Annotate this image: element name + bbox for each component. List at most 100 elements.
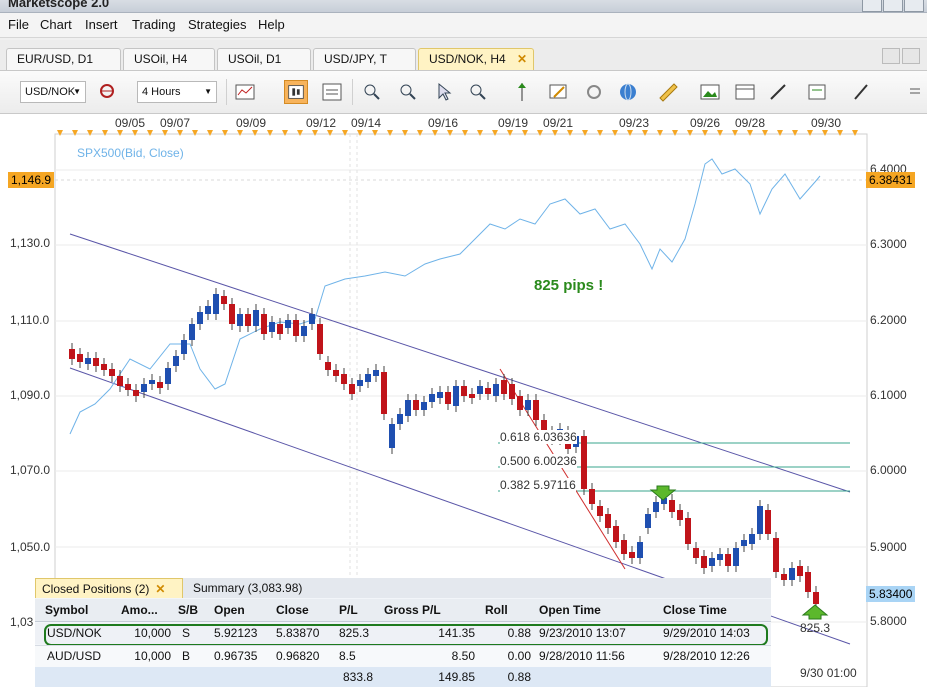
- x-end-time-label: 9/30 01:00: [800, 666, 857, 680]
- tab-usdjpy-t[interactable]: USD/JPY, T: [313, 48, 416, 70]
- col-header[interactable]: Amo...: [121, 603, 158, 617]
- zoom-area-icon[interactable]: [466, 80, 490, 104]
- menu-file[interactable]: File: [8, 17, 29, 32]
- minimize-button[interactable]: [862, 0, 882, 12]
- x-tick-label: 09/28: [735, 116, 766, 130]
- picture-icon[interactable]: [698, 80, 722, 104]
- candle-body: [733, 548, 739, 566]
- x-tick-label: 09/26: [690, 116, 721, 130]
- overlay-series-label: SPX500(Bid, Close): [77, 146, 184, 160]
- timeframe-select[interactable]: 4 Hours ▼: [137, 81, 217, 103]
- drawing-tools-icon[interactable]: [850, 80, 874, 104]
- x-tick-label: 09/12: [306, 116, 337, 130]
- col-header[interactable]: Close Time: [663, 603, 727, 617]
- candles-view-button[interactable]: [284, 80, 308, 104]
- zoom-out-icon[interactable]: [396, 80, 420, 104]
- candle-body: [709, 558, 715, 566]
- candle-body: [245, 314, 251, 326]
- candle-body: [165, 368, 171, 384]
- candle-body: [117, 376, 123, 386]
- menu-strategies[interactable]: Strategies: [188, 17, 247, 32]
- cell-open-time: 9/28/2010 11:56: [539, 649, 625, 663]
- left-axis-tick: 1,050.0: [10, 540, 51, 554]
- left-axis-tick: 1,130.0: [10, 236, 51, 250]
- edit-chart-icon[interactable]: [546, 80, 570, 104]
- chart-type-icon[interactable]: [233, 80, 257, 104]
- tab-closed-positions[interactable]: Closed Positions (2) ✕: [35, 578, 183, 598]
- col-header[interactable]: Open Time: [539, 603, 601, 617]
- candle-body: [157, 382, 163, 388]
- col-header[interactable]: Gross P/L: [384, 603, 441, 617]
- col-header[interactable]: S/B: [178, 603, 198, 617]
- menu-bar: File Chart Insert Trading Strategies Hel…: [0, 13, 927, 38]
- tab-eurusd-d1[interactable]: EUR/USD, D1: [6, 48, 121, 70]
- chart-toolbar: USD/NOK ▼ 4 Hours ▼: [0, 71, 927, 114]
- candle-body: [749, 534, 755, 544]
- col-header[interactable]: Roll: [485, 603, 508, 617]
- candle-body: [589, 489, 595, 504]
- tab-usoil-h4[interactable]: USOil, H4: [123, 48, 215, 70]
- left-axis-tick: 1,03: [10, 615, 34, 629]
- menu-insert[interactable]: Insert: [85, 17, 118, 32]
- properties-icon[interactable]: [805, 80, 829, 104]
- maximize-button[interactable]: [883, 0, 903, 12]
- col-header[interactable]: Symbol: [45, 603, 88, 617]
- chart-window-icon[interactable]: [733, 80, 757, 104]
- globe-icon[interactable]: [616, 80, 640, 104]
- col-header[interactable]: Close: [276, 603, 309, 617]
- close-tab-icon[interactable]: ✕: [155, 582, 165, 596]
- candle-body: [269, 322, 275, 332]
- candle-body: [389, 424, 395, 448]
- candle-body: [373, 370, 379, 376]
- candle-body: [701, 556, 707, 568]
- candle-body: [149, 380, 155, 384]
- close-tab-icon[interactable]: ✕: [517, 49, 527, 70]
- table-row[interactable]: AUD/USD 10,000 B 0.96735 0.96820 8.5 8.5…: [35, 645, 771, 667]
- zoom-in-icon[interactable]: [360, 80, 384, 104]
- totals-row: 833.8 149.85 0.88: [35, 667, 771, 687]
- pointer-icon[interactable]: [432, 80, 456, 104]
- tab-usoil-d1[interactable]: USOil, D1: [217, 48, 311, 70]
- tab-label: USOil, H4: [134, 52, 188, 66]
- candle-body: [213, 294, 219, 314]
- total-roll: 0.88: [507, 670, 531, 684]
- ruler-icon[interactable]: [656, 80, 680, 104]
- col-header[interactable]: Open: [214, 603, 245, 617]
- candle-body: [93, 358, 99, 366]
- candle-body: [629, 552, 635, 558]
- candle-body: [133, 390, 139, 396]
- toolbar-divider: [226, 79, 227, 105]
- menu-chart[interactable]: Chart: [40, 17, 72, 32]
- right-current-price-badge: 6.38431: [866, 172, 916, 188]
- shift-chart-icon[interactable]: [510, 80, 534, 104]
- symbol-value: USD/NOK: [25, 86, 76, 98]
- tab-usdnok-h4[interactable]: USD/NOK, H4 ✕: [418, 48, 534, 70]
- menu-trading[interactable]: Trading: [132, 17, 176, 32]
- more-icon[interactable]: [902, 80, 926, 104]
- pencil-tools-icon[interactable]: [766, 80, 790, 104]
- tab-summary[interactable]: Summary (3,083.98): [187, 578, 308, 598]
- candle-body: [125, 384, 131, 390]
- candle-body: [325, 362, 331, 370]
- trade-pl-label: 825.3: [800, 621, 831, 635]
- fib-level-label: 0.382 5.97116: [500, 478, 576, 492]
- data-window-icon[interactable]: [320, 80, 344, 104]
- crosshair-icon[interactable]: [96, 80, 120, 104]
- x-tick-label: 09/07: [160, 116, 191, 130]
- tab-label: EUR/USD, D1: [17, 52, 94, 66]
- highlighted-row-outline: [44, 624, 768, 646]
- symbol-select[interactable]: USD/NOK ▼: [20, 81, 86, 103]
- restore-icon[interactable]: [882, 48, 900, 64]
- right-axis-tick: 6.1000: [870, 388, 907, 402]
- close-chart-icon[interactable]: [902, 48, 920, 64]
- menu-help[interactable]: Help: [258, 17, 285, 32]
- candle-body: [309, 314, 315, 324]
- candle-body: [301, 326, 307, 336]
- col-header[interactable]: P/L: [339, 603, 358, 617]
- candle-body: [453, 386, 459, 406]
- timeframe-value: 4 Hours: [142, 86, 181, 98]
- x-tick-label: 09/21: [543, 116, 574, 130]
- signal-icon[interactable]: [582, 80, 606, 104]
- close-window-button[interactable]: [904, 0, 924, 12]
- cell-close-time: 9/28/2010 12:26: [663, 649, 750, 663]
